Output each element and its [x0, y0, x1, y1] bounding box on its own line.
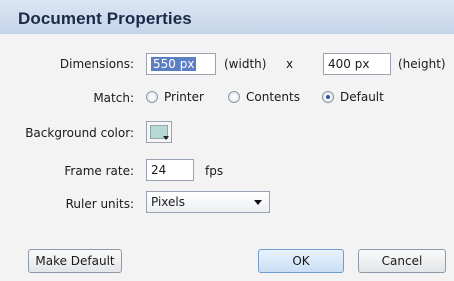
height-suffix: (height)	[398, 57, 446, 71]
dialog-title: Document Properties	[18, 9, 192, 28]
match-contents-label: Contents	[246, 90, 300, 104]
ruler-units-value: Pixels	[151, 195, 186, 209]
match-printer-radio[interactable]: Printer	[146, 90, 204, 104]
dimensions-label: Dimensions:	[59, 57, 134, 71]
match-default-label: Default	[340, 90, 384, 104]
ruler-units-label: Ruler units:	[65, 197, 134, 211]
frame-rate-label: Frame rate:	[64, 164, 134, 178]
frame-rate-input[interactable]: 24	[146, 159, 194, 181]
title-bar: Document Properties	[0, 0, 454, 34]
frame-rate-unit: fps	[205, 164, 224, 178]
radio-contents-icon	[228, 91, 240, 103]
background-color-label: Background color:	[25, 126, 134, 140]
background-color-picker[interactable]	[146, 121, 172, 143]
radio-printer-icon	[146, 91, 158, 103]
cancel-button[interactable]: Cancel	[358, 249, 446, 273]
dropdown-arrow-icon	[163, 136, 169, 140]
match-contents-radio[interactable]: Contents	[228, 90, 300, 104]
dimension-separator: x	[286, 57, 294, 71]
match-printer-label: Printer	[164, 90, 204, 104]
match-default-radio[interactable]: Default	[322, 90, 384, 104]
ruler-units-select[interactable]: Pixels	[146, 191, 270, 213]
width-suffix: (width)	[224, 57, 267, 71]
document-properties-dialog: Document Properties Dimensions: 550 px (…	[0, 0, 454, 281]
width-input[interactable]: 550 px	[146, 53, 216, 75]
chevron-down-icon	[254, 200, 262, 205]
match-label: Match:	[93, 91, 134, 105]
radio-default-selected-icon	[322, 91, 334, 103]
ok-button[interactable]: OK	[258, 249, 344, 273]
height-input[interactable]: 400 px	[323, 53, 391, 75]
make-default-button[interactable]: Make Default	[28, 249, 122, 273]
